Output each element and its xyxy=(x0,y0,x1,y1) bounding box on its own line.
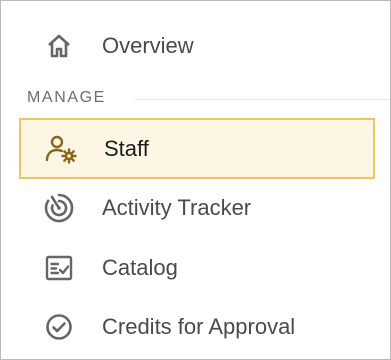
nav-item-activity-tracker[interactable]: Activity Tracker xyxy=(19,179,375,237)
staff-settings-icon xyxy=(45,133,77,165)
nav-item-staff[interactable]: Staff xyxy=(19,118,375,179)
nav-item-overview[interactable]: Overview xyxy=(19,17,375,75)
sidebar-nav: Overview MANAGE Staff Activity Tracker C… xyxy=(0,0,391,360)
nav-item-label: Activity Tracker xyxy=(102,195,252,220)
home-icon xyxy=(43,30,75,62)
nav-item-catalog[interactable]: Catalog xyxy=(19,239,375,297)
section-divider xyxy=(135,99,390,100)
section-header-manage: MANAGE xyxy=(1,87,390,111)
nav-item-credits-for-approval[interactable]: Credits for Approval xyxy=(19,298,375,356)
check-circle-icon xyxy=(43,311,75,343)
nav-item-label: Overview xyxy=(102,33,194,58)
nav-item-label: Credits for Approval xyxy=(102,314,296,339)
section-label: MANAGE xyxy=(27,89,106,106)
nav-item-label: Staff xyxy=(104,135,149,161)
activity-tracker-icon xyxy=(43,192,75,224)
nav-item-label: Catalog xyxy=(102,255,178,280)
catalog-icon xyxy=(43,252,75,284)
